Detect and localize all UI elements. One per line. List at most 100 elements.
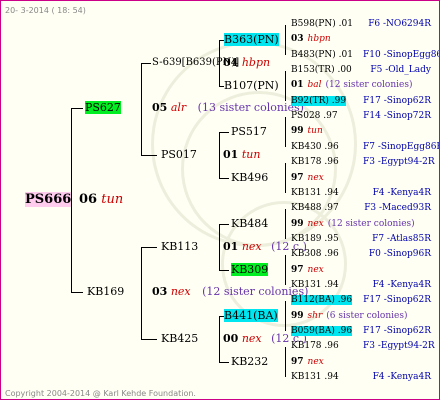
report-date: 20- 3-2014 ( 18: 54): [5, 6, 86, 15]
connector-line: [219, 224, 229, 225]
b441-node[interactable]: B441(BA): [224, 309, 278, 323]
ancestor-year-row: 97 nex: [291, 356, 324, 369]
ancestor-year: 01: [291, 80, 304, 91]
ancestor-id[interactable]: B112(BA) .96: [291, 295, 353, 306]
sire-year: 05: [152, 101, 168, 114]
ancestor-year: 97: [291, 172, 304, 183]
ancestor-id[interactable]: B153(TR) .00: [291, 65, 352, 75]
ancestor-location: F3 -Egypt94-2R: [363, 341, 435, 352]
connector-line: [219, 362, 229, 363]
connector-line: [219, 270, 229, 271]
ancestor-row: KB131 .94 F4 -Kenya4R: [291, 187, 431, 200]
s639-year-row: 04 hbpn: [223, 56, 270, 70]
ps017-year: 01: [223, 148, 239, 161]
ancestor-sister-colonies: (12 sister colonies): [325, 80, 413, 91]
ancestor-id[interactable]: KB131 .94: [291, 280, 339, 290]
ancestor-id[interactable]: KB131 .94: [291, 372, 339, 382]
ancestor-row: KB178 .96 F3 -Egypt94-2R: [291, 156, 435, 169]
connector-line: [219, 132, 220, 178]
connector-line: [141, 63, 142, 155]
root-node[interactable]: PS666: [25, 192, 72, 208]
node-kb484[interactable]: KB484: [231, 217, 268, 231]
ancestor-mark: tun: [307, 126, 323, 137]
ancestor-id[interactable]: KB178 .96: [291, 157, 339, 167]
ancestor-location: F3 -Egypt94-2R: [363, 157, 435, 168]
connector-line: [285, 117, 286, 147]
ancestor-id[interactable]: B483(PN) .01: [291, 50, 353, 60]
connector-line: [141, 247, 142, 339]
connector-line: [141, 155, 157, 156]
ancestor-id[interactable]: KB178 .96: [291, 341, 339, 351]
ps017-year-row: 01 tun: [223, 148, 260, 162]
ancestor-id[interactable]: B598(PN) .01: [291, 19, 353, 29]
kb309-node[interactable]: KB309: [231, 263, 269, 277]
copyright-footer: Copyright 2004-2014 @ Karl Kehde Foundat…: [5, 389, 196, 398]
connector-line: [141, 247, 157, 248]
node-ps517[interactable]: PS517: [231, 125, 267, 139]
connector-line: [285, 255, 286, 285]
ancestor-year-row: 99 nex (12 sister colonies): [291, 218, 415, 231]
ancestor-id[interactable]: PS028 .97: [291, 111, 338, 121]
node-kb425[interactable]: KB425: [161, 332, 198, 346]
ancestor-mark: nex: [307, 218, 324, 229]
ancestor-location: F14 -Sinop72R: [363, 111, 431, 122]
b441-id[interactable]: B441(BA): [224, 309, 278, 322]
dam-year-row: 03 nex (12 sister colonies): [152, 285, 308, 299]
ancestor-id[interactable]: B92(TR) .99: [291, 95, 347, 106]
ancestor-mark: shr: [307, 310, 323, 321]
ancestor-location: F6 -NO6294R: [368, 19, 431, 29]
node-kb496[interactable]: KB496: [231, 171, 268, 185]
ancestor-mark: nex: [307, 264, 324, 275]
b363-id[interactable]: B363(PN): [224, 33, 279, 46]
ancestor-id[interactable]: KB131 .94: [291, 188, 339, 198]
ancestor-row: B92(TR) .99 F17 -Sinop62R: [291, 95, 431, 108]
connector-line: [285, 163, 286, 193]
ancestor-location: F17 -Sinop62R: [363, 326, 431, 336]
sire-node[interactable]: PS627: [85, 101, 121, 115]
ancestor-id[interactable]: B059(BA) .96: [291, 326, 353, 336]
ancestor-year-row: 97 nex: [291, 264, 324, 277]
connector-line: [219, 178, 229, 179]
dam-year: 03: [152, 285, 168, 298]
ancestor-id[interactable]: KB430 .96: [291, 142, 339, 152]
ancestor-year: 97: [291, 356, 304, 367]
kb425-year: 00: [223, 332, 239, 345]
ancestor-row: PS028 .97 F14 -Sinop72R: [291, 110, 431, 123]
b363-node[interactable]: B363(PN): [224, 33, 279, 47]
ancestor-year-row: 99 tun: [291, 125, 323, 138]
node-b107[interactable]: B107(PN): [224, 79, 279, 93]
ancestor-id[interactable]: KB308 .96: [291, 249, 339, 259]
dam-node[interactable]: KB169: [87, 285, 124, 299]
ancestor-mark: hbpn: [307, 34, 331, 45]
ancestor-location: F4 -Kenya4R: [372, 372, 431, 383]
ancestor-row: B059(BA) .96 F17 -Sinop62R: [291, 325, 431, 338]
sire-id[interactable]: PS627: [85, 101, 121, 114]
sire-sister-colonies: (13 sister colonies): [197, 101, 304, 114]
root-year-number: 06: [79, 192, 98, 207]
ancestor-location: F17 -Sinop62R: [363, 95, 431, 106]
connector-line: [285, 347, 286, 377]
connector-line: [71, 292, 83, 293]
ancestor-location: F3 -Maced93R: [364, 203, 431, 214]
root-mark: tun: [101, 192, 124, 207]
connector-line: [141, 339, 157, 340]
dam-mark: nex: [170, 285, 191, 298]
ancestor-row: KB430 .96 F7 -SinopEgg86R: [291, 141, 439, 154]
ancestor-sister-colonies: (6 sister colonies): [326, 310, 408, 321]
node-kb232[interactable]: KB232: [231, 355, 268, 369]
ancestor-row: B598(PN) .01 F6 -NO6294R: [291, 18, 431, 31]
ancestor-year-row: 97 nex: [291, 172, 324, 185]
node-kb113[interactable]: KB113: [161, 240, 198, 254]
connector-line: [141, 63, 151, 64]
ancestor-year-row: 01 bal (12 sister colonies): [291, 79, 412, 92]
ancestor-id[interactable]: KB189 .95: [291, 234, 339, 244]
connector-line: [285, 301, 286, 331]
kb309-id[interactable]: KB309: [231, 263, 269, 276]
ancestor-location: F0 -Sinop96R: [368, 249, 431, 260]
ancestor-location: F4 -Kenya4R: [372, 279, 431, 290]
s639-year: 04: [223, 56, 239, 69]
node-ps017[interactable]: PS017: [161, 148, 197, 162]
ancestor-id[interactable]: KB488 .97: [291, 203, 339, 213]
root-id[interactable]: PS666: [25, 192, 72, 207]
ancestor-year: 97: [291, 264, 304, 275]
